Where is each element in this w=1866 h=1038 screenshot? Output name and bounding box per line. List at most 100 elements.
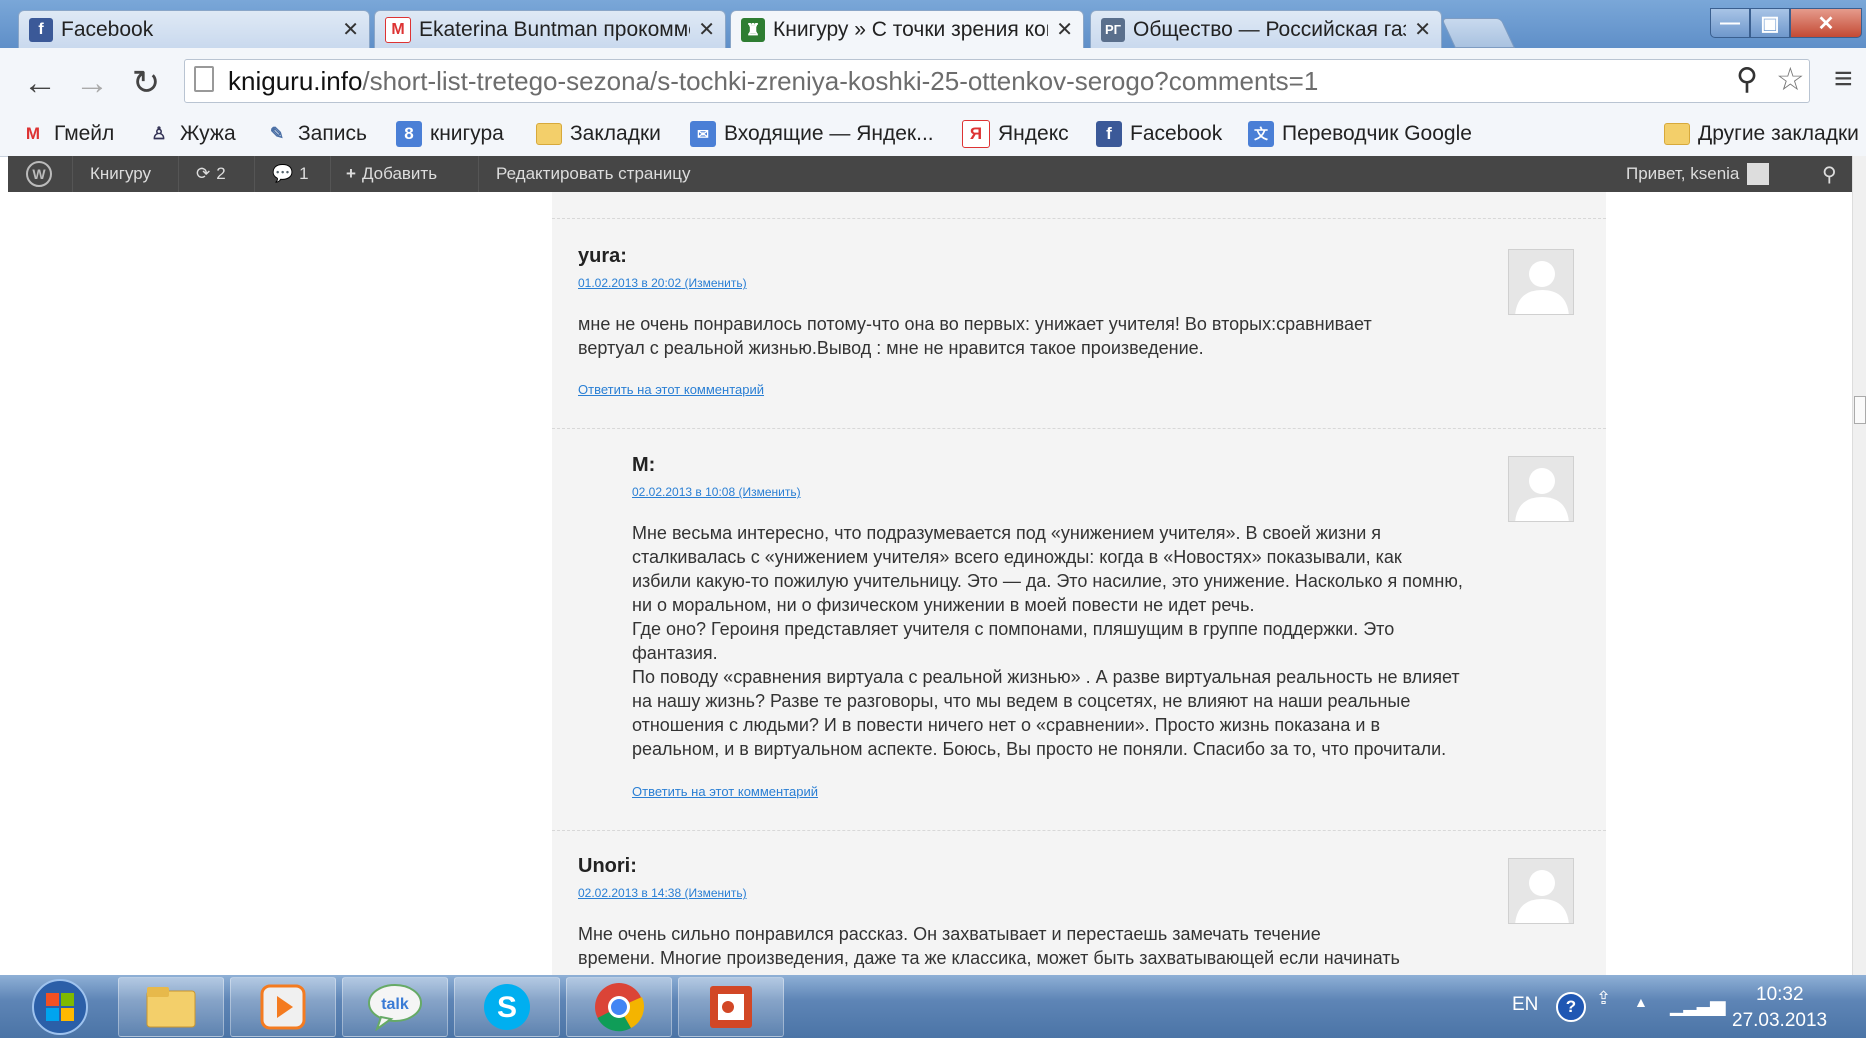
bookmark-label: Переводчик Google: [1282, 122, 1472, 145]
adminbar-edit-page[interactable]: Редактировать страницу: [496, 156, 690, 192]
close-icon[interactable]: ✕: [342, 17, 359, 42]
comment-text: мне не очень понравилось потому-что она …: [578, 312, 1372, 360]
url-path: /short-list-tretego-sezona/s-tochki-zren…: [362, 66, 1319, 96]
clock-time[interactable]: 10:32: [1756, 984, 1804, 1006]
bookmark-facebook[interactable]: f Facebook: [1096, 117, 1222, 151]
svg-text:talk: talk: [381, 996, 409, 1013]
plus-icon: +: [346, 164, 356, 183]
tab-kniguru[interactable]: ♜ Книгуру » С точки зрения кошки ✕: [730, 10, 1084, 48]
comment-line: мне не очень понравилось потому-что она …: [578, 314, 1372, 334]
facebook-icon: f: [29, 17, 53, 42]
comment-edit-link[interactable]: (Изменить): [684, 276, 746, 290]
url-text[interactable]: kniguru.info/short-list-tretego-sezona/s…: [228, 64, 1318, 98]
mail-icon: ✉: [690, 121, 716, 147]
star-icon[interactable]: ☆: [1776, 60, 1805, 98]
clock-date[interactable]: 27.03.2013: [1732, 1010, 1827, 1032]
skype-icon[interactable]: S: [454, 977, 560, 1037]
comment-line: вертуал с реальной жизнью.Вывод : мне не…: [578, 338, 1204, 358]
google-translate-icon: 文: [1248, 121, 1274, 147]
bookmark-gmail[interactable]: M Гмейл: [20, 117, 114, 151]
greeting-text: Привет, ksenia: [1626, 164, 1740, 183]
avatar: [1508, 858, 1574, 924]
help-icon[interactable]: ?: [1556, 992, 1586, 1022]
person-icon: ♙: [151, 124, 167, 143]
close-icon[interactable]: ✕: [1056, 17, 1073, 42]
close-icon[interactable]: ✕: [1414, 17, 1431, 42]
kniguru-icon: ♜: [741, 17, 765, 42]
reload-icon[interactable]: ↻: [126, 61, 166, 105]
presentation-icon[interactable]: [678, 977, 784, 1037]
language-indicator[interactable]: EN: [1512, 994, 1538, 1016]
scrollbar-thumb[interactable]: [1854, 396, 1866, 424]
adminbar-comments[interactable]: 💬 1: [272, 156, 309, 192]
comment-meta: 01.02.2013 в 20:02 (Изменить): [578, 276, 747, 290]
tab-label: Общество — Российская газета: [1133, 17, 1406, 41]
bookmark-zapis[interactable]: ✎ Запись: [264, 117, 367, 151]
scrollbar[interactable]: [1852, 156, 1866, 975]
reply-link[interactable]: Ответить на этот комментарий: [632, 784, 818, 799]
add-label: Добавить: [361, 164, 438, 183]
google-talk-icon[interactable]: talk: [342, 977, 448, 1037]
adminbar-add-new[interactable]: + Добавить: [346, 156, 437, 192]
tray-expand-icon[interactable]: ▲: [1634, 994, 1648, 1010]
windows-start-icon[interactable]: [12, 977, 108, 1037]
comment-text: Мне очень сильно понравился рассказ. Он …: [578, 922, 1400, 970]
comment-author: Unori:: [578, 855, 637, 877]
avatar: [1508, 249, 1574, 315]
pencil-icon: ✎: [269, 124, 285, 143]
comment-date-link[interactable]: 02.02.2013 в 14:38: [578, 886, 681, 900]
minimize-button[interactable]: —: [1710, 8, 1750, 38]
bookmark-inbox[interactable]: ✉ Входящие — Яндек...: [690, 117, 934, 151]
back-arrow-icon[interactable]: ←: [20, 61, 60, 105]
network-signal-icon[interactable]: ▁▂▃▅: [1670, 992, 1726, 1017]
comment-date-link[interactable]: 02.02.2013 в 10:08: [632, 485, 735, 499]
media-player-icon[interactable]: [230, 977, 336, 1037]
tab-facebook[interactable]: f Facebook ✕: [18, 10, 370, 48]
adminbar-site-name[interactable]: Книгуру: [90, 156, 151, 192]
comment-date-link[interactable]: 01.02.2013 в 20:02: [578, 276, 681, 290]
divider: [552, 218, 1606, 219]
restore-button[interactable]: ▣: [1750, 8, 1790, 38]
facebook-icon: f: [1096, 121, 1122, 147]
gmail-icon: M: [25, 124, 41, 143]
adminbar-updates[interactable]: ⟳ 2: [196, 156, 226, 192]
adminbar-greeting[interactable]: Привет, ksenia: [1626, 156, 1770, 192]
wordpress-logo-icon[interactable]: W: [26, 156, 52, 192]
bookmark-yandex[interactable]: Я Яндекс: [962, 117, 1069, 151]
comment-line: ни о моральном, ни о физическом унижении…: [632, 595, 1255, 615]
reply-link[interactable]: Ответить на этот комментарий: [578, 382, 764, 397]
folder-icon: [1664, 123, 1690, 145]
menu-icon[interactable]: ≡: [1834, 60, 1853, 97]
forward-arrow-icon[interactable]: →: [72, 61, 112, 105]
close-window-button[interactable]: ✕: [1790, 8, 1862, 38]
tab-rg[interactable]: РГ Общество — Российская газета ✕: [1090, 10, 1442, 48]
bookmark-label: Закладки: [570, 122, 661, 145]
comment-edit-link[interactable]: (Изменить): [684, 886, 746, 900]
other-bookmarks[interactable]: Другие закладки: [1664, 117, 1859, 151]
bookmark-knigura[interactable]: 8 книгура: [396, 117, 504, 151]
bookmark-label: Яндекс: [998, 122, 1069, 145]
comment-author: M:: [632, 454, 656, 476]
adminbar-search-icon[interactable]: ⚲: [1822, 156, 1837, 192]
keyboard-layout-icon[interactable]: ⇪: [1596, 988, 1611, 1009]
folder-icon: [536, 123, 562, 145]
chrome-icon[interactable]: [566, 977, 672, 1037]
comment-line: Мне очень сильно понравился рассказ. Он …: [578, 924, 1321, 944]
bookmark-google-translate[interactable]: 文 Переводчик Google: [1248, 117, 1472, 151]
tab-label: Книгуру » С точки зрения кошки: [773, 17, 1048, 41]
search-icon[interactable]: ⚲: [1736, 62, 1758, 97]
explorer-icon[interactable]: [118, 977, 224, 1037]
bookmark-label: Facebook: [1130, 122, 1223, 145]
url-host: kniguru.info: [228, 66, 363, 96]
tab-gmail[interactable]: M Ekaterina Buntman прокомментировал ✕: [374, 10, 726, 48]
kniguru-bookmark-icon: 8: [396, 121, 422, 147]
comment-line: отношения с людьми? И в повести ничего н…: [632, 715, 1381, 735]
bookmark-zakladki[interactable]: Закладки: [536, 117, 661, 151]
page-icon: [194, 66, 214, 92]
comment-edit-link[interactable]: (Изменить): [738, 485, 800, 499]
comment-author: yura:: [578, 245, 627, 267]
close-icon[interactable]: ✕: [698, 17, 715, 42]
bookmark-zhuzha[interactable]: ♙ Жужа: [146, 117, 235, 151]
divider: [178, 156, 179, 192]
divider: [552, 428, 1606, 429]
